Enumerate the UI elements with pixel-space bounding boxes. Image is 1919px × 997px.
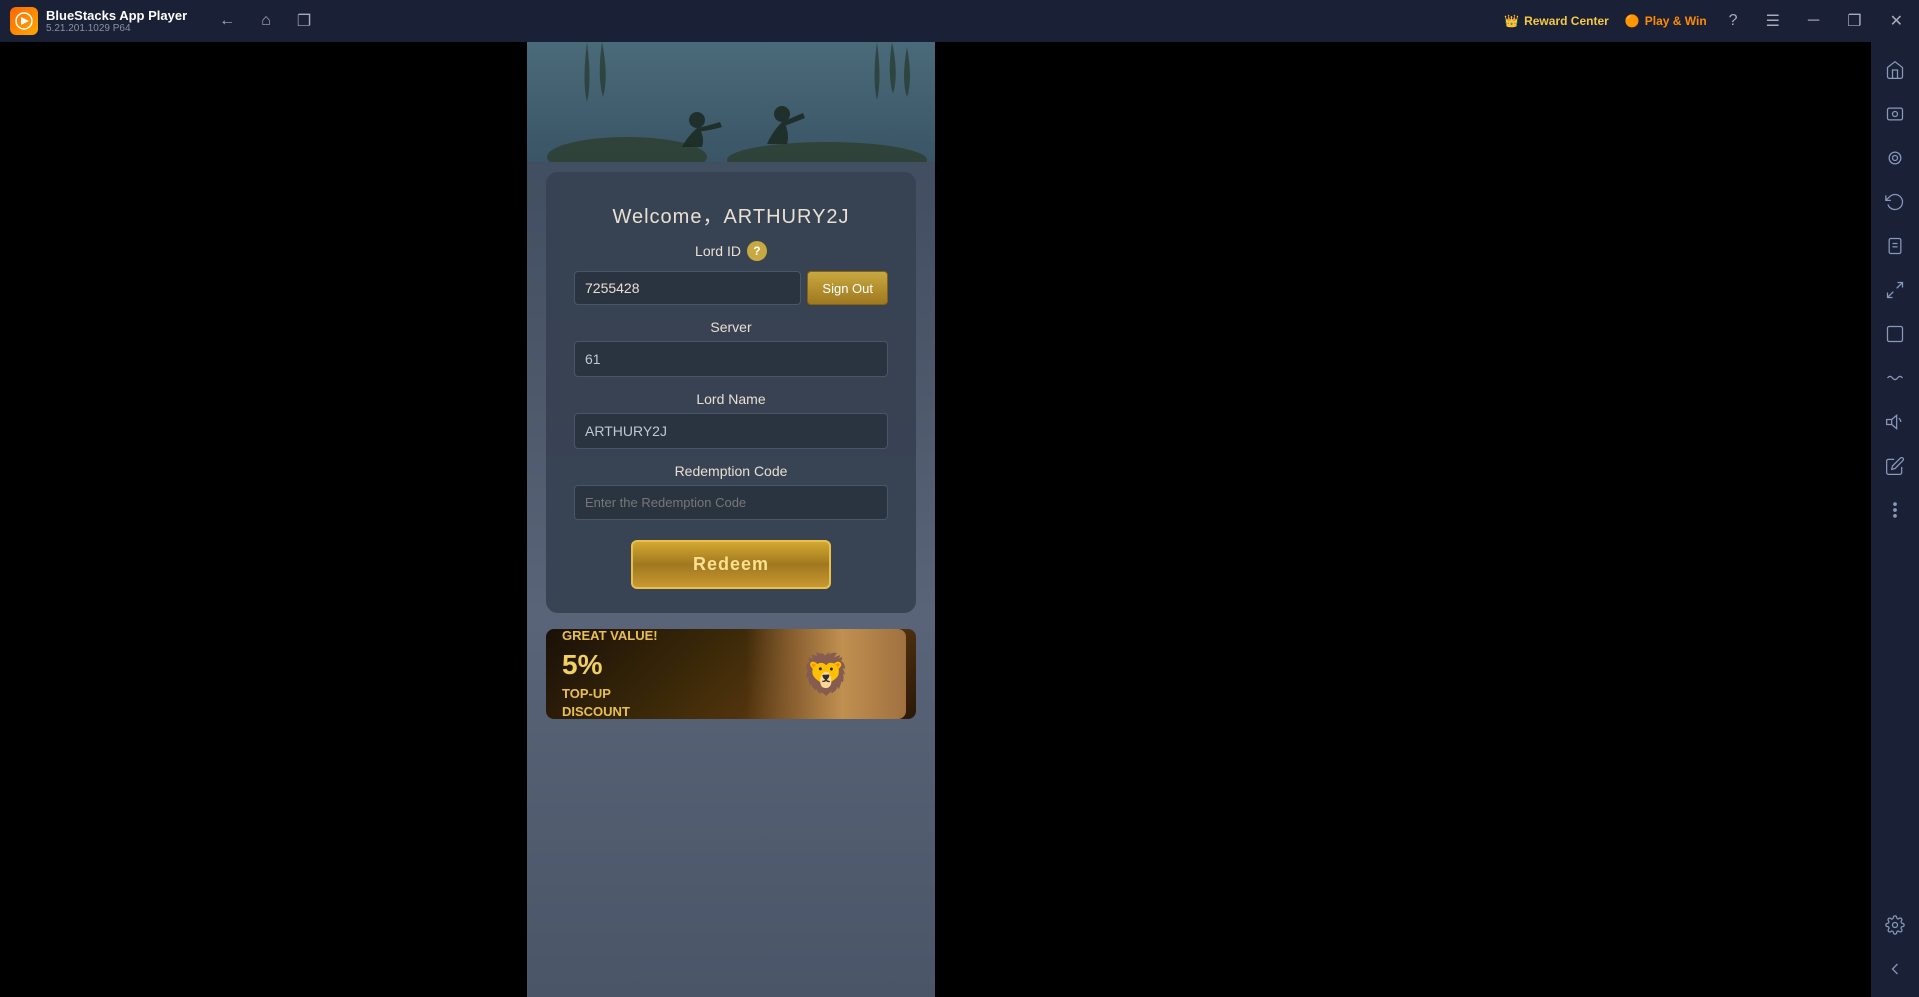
reward-center-label: Reward Center <box>1524 14 1609 28</box>
banner-line1: GREAT VALUE! <box>562 629 658 645</box>
sidebar-shake-icon[interactable] <box>1875 358 1915 398</box>
sidebar-camera-icon[interactable] <box>1875 138 1915 178</box>
sidebar-home-icon[interactable] <box>1875 50 1915 90</box>
coin-icon: 🟠 <box>1625 14 1640 28</box>
lord-id-input[interactable] <box>574 271 801 305</box>
sidebar-more-icon[interactable] <box>1875 490 1915 530</box>
banner-percent: 5% <box>562 645 658 684</box>
server-label: Server <box>574 319 888 335</box>
sidebar-settings-icon[interactable] <box>1875 905 1915 945</box>
reward-center-button[interactable]: 👑 Reward Center <box>1504 14 1609 28</box>
sidebar-resize-icon[interactable] <box>1875 270 1915 310</box>
app-name: BlueStacks App Player <box>46 8 187 23</box>
sidebar-rotate-icon[interactable] <box>1875 182 1915 222</box>
right-black-area <box>935 42 1871 997</box>
silhouette-area <box>527 42 935 162</box>
help-button[interactable]: ? <box>1723 10 1744 32</box>
title-bar: BlueStacks App Player 5.21.201.1029 P64 … <box>0 0 1919 42</box>
nav-multi-button[interactable]: ❐ <box>291 7 317 35</box>
welcome-title: Welcome，ARTHURY2J <box>574 200 888 229</box>
lord-name-value: ARTHURY2J <box>574 413 888 449</box>
dialog-card: Welcome，ARTHURY2J Lord ID ? Sign Out Ser… <box>546 172 916 613</box>
banner-area: GREAT VALUE! 5% TOP-UP DISCOUNT 🦁 <box>527 613 935 997</box>
close-button[interactable]: ✕ <box>1884 9 1909 33</box>
banner-line3: TOP-UP <box>562 685 658 703</box>
play-win-label: Play & Win <box>1645 14 1707 28</box>
sidebar-apk-icon[interactable] <box>1875 226 1915 266</box>
app-version: 5.21.201.1029 P64 <box>46 23 187 34</box>
crown-icon: 👑 <box>1504 14 1519 28</box>
sidebar-fullscreen-icon[interactable] <box>1875 314 1915 354</box>
title-bar-right: 👑 Reward Center 🟠 Play & Win ? ☰ ─ ❐ ✕ <box>1504 9 1909 33</box>
lord-id-label: Lord ID <box>695 243 741 259</box>
play-win-button[interactable]: 🟠 Play & Win <box>1625 14 1707 28</box>
nav-home-button[interactable]: ⌂ <box>255 8 277 34</box>
help-icon[interactable]: ? <box>747 241 767 261</box>
sidebar-edit-icon[interactable] <box>1875 446 1915 486</box>
sidebar-volume-icon[interactable] <box>1875 402 1915 442</box>
minimize-button[interactable]: ─ <box>1802 10 1825 32</box>
lord-id-row: Lord ID ? <box>574 241 888 261</box>
main-area: Welcome，ARTHURY2J Lord ID ? Sign Out Ser… <box>0 42 1919 997</box>
left-black-area <box>0 42 527 997</box>
promotional-banner[interactable]: GREAT VALUE! 5% TOP-UP DISCOUNT 🦁 <box>546 629 916 719</box>
server-value: 61 <box>574 341 888 377</box>
center-game-area: Welcome，ARTHURY2J Lord ID ? Sign Out Ser… <box>527 42 935 997</box>
banner-line4: DISCOUNT <box>562 703 658 719</box>
redemption-code-label: Redemption Code <box>574 463 888 479</box>
redemption-code-input[interactable] <box>574 485 888 520</box>
right-sidebar <box>1871 42 1919 997</box>
redeem-button[interactable]: Redeem <box>631 540 831 589</box>
sidebar-screenshot-icon[interactable] <box>1875 94 1915 134</box>
title-bar-left: BlueStacks App Player 5.21.201.1029 P64 … <box>10 7 1504 35</box>
banner-text: GREAT VALUE! 5% TOP-UP DISCOUNT <box>562 629 658 719</box>
app-info: BlueStacks App Player 5.21.201.1029 P64 <box>46 8 187 34</box>
nav-back-button[interactable]: ← <box>213 8 241 34</box>
sign-out-button[interactable]: Sign Out <box>807 271 888 305</box>
restore-button[interactable]: ❐ <box>1841 9 1867 33</box>
menu-button[interactable]: ☰ <box>1760 9 1786 33</box>
title-bar-nav: ← ⌂ ❐ <box>213 7 317 35</box>
app-logo <box>10 7 38 35</box>
banner-lion-image: 🦁 <box>746 629 906 719</box>
sidebar-back-icon[interactable] <box>1875 949 1915 989</box>
lord-name-label: Lord Name <box>574 391 888 407</box>
lord-id-input-row: Sign Out <box>574 271 888 305</box>
